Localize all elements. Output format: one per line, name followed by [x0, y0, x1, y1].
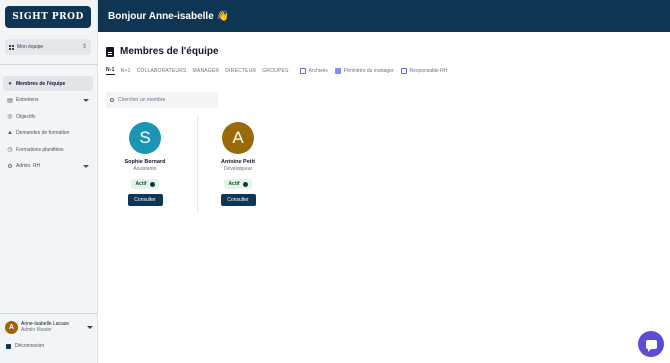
member-card: A Antoine Petit Développeur Actif Consul… — [198, 122, 278, 212]
checkbox-label: Périmètre du manager — [343, 68, 394, 74]
sidebar-item-interviews[interactable]: ▤ Entretiens — [3, 93, 93, 108]
divider — [0, 313, 98, 314]
admin-icon: ⚙ — [7, 163, 13, 170]
member-job: Développeur — [223, 166, 253, 172]
avatar: S — [129, 122, 161, 154]
tab-collaborators[interactable]: COLLABORATEURS — [137, 68, 187, 75]
consult-button[interactable]: Consulter — [220, 194, 256, 206]
checkbox-label: Archivés — [308, 68, 328, 74]
chevron-down-icon — [83, 164, 89, 168]
status-dot-icon — [242, 181, 248, 187]
chat-button[interactable] — [638, 331, 664, 357]
team-select-value: Mon équipe — [17, 44, 44, 50]
filter-hr-manager[interactable]: Responsable RH — [400, 68, 448, 74]
sidebar-item-training-requests[interactable]: ▲ Demandes de formation — [3, 126, 93, 141]
chevron-down-icon — [87, 325, 93, 329]
clock-icon: ◷ — [7, 147, 13, 153]
user-info: Anne-Isabelle Lacaze Admin Master — [21, 321, 69, 333]
status-dot-icon — [149, 181, 155, 187]
search-input[interactable]: Chercher un membre — [105, 92, 218, 108]
sidebar-item-label: Membres de l'équipe — [16, 80, 66, 87]
filter-archived[interactable]: Archivés — [299, 68, 328, 74]
logout-label: Déconnexion — [15, 343, 45, 349]
consult-button[interactable]: Consulter — [127, 194, 163, 206]
sidebar-nav: ● Membres de l'équipe ▤ Entretiens ◎ Obj… — [3, 76, 93, 175]
member-name: Sophie Bernard — [124, 159, 166, 165]
status-badge: Actif — [131, 179, 159, 189]
search-placeholder: Chercher un membre — [118, 97, 166, 103]
grid-icon — [9, 44, 14, 50]
user-role: Admin Master — [21, 327, 52, 333]
tab-bar: N-1 N+1 COLLABORATEURS MANAGER DIRECTEUR… — [106, 66, 449, 76]
user-menu[interactable]: A Anne-Isabelle Lacaze Admin Master — [5, 319, 93, 335]
sidebar-item-label: Formations planifiées — [16, 146, 64, 153]
checkbox[interactable] — [299, 68, 306, 74]
tab-n-plus-1[interactable]: N+1 — [121, 68, 131, 75]
sidebar-item-label: Demandes de formation — [16, 130, 70, 136]
logout-icon — [6, 343, 11, 349]
tab-groups[interactable]: GROUPES — [262, 68, 288, 75]
tab-n-1[interactable]: N-1 — [106, 67, 115, 75]
member-job: Assistante — [133, 166, 157, 172]
page-title-text: Membres de l'équipe — [120, 46, 219, 57]
sidebar-item-label: Entretiens — [16, 97, 39, 103]
users-icon: ● — [8, 80, 12, 87]
member-card: S Sophie Bernard Assistante Actif Consul… — [105, 122, 185, 212]
chevron-down-icon — [83, 98, 89, 102]
page-title: Membres de l'équipe — [106, 46, 219, 57]
sidebar-item-objectives[interactable]: ◎ Objectifs — [3, 109, 93, 124]
member-name: Antoine Petit — [221, 159, 255, 165]
app-logo[interactable]: SIGHT PROD — [5, 6, 91, 28]
sidebar-item-label: Objectifs — [16, 113, 36, 120]
calendar-icon: ▤ — [7, 97, 13, 104]
sidebar-item-label: Admin. RH — [16, 163, 41, 169]
tab-director[interactable]: DIRECTEUR — [225, 68, 256, 75]
avatar: A — [222, 122, 254, 154]
greeting: Bonjour Anne-isabelle 👋 — [108, 10, 229, 22]
target-icon: ◎ — [7, 114, 13, 120]
logout-link[interactable]: Déconnexion — [6, 343, 44, 349]
status-label: Actif — [135, 181, 147, 187]
sidebar-item-planned-trainings[interactable]: ◷ Formations planifiées — [3, 142, 93, 157]
chevron-updown-icon: ⇕ — [81, 44, 87, 50]
avatar: A — [5, 320, 18, 334]
checkbox[interactable] — [400, 68, 407, 74]
main-content: Membres de l'équipe N-1 N+1 COLLABORATEU… — [98, 32, 670, 363]
header: Bonjour Anne-isabelle 👋 — [98, 0, 670, 32]
graduation-icon: ▲ — [7, 130, 13, 136]
divider — [0, 64, 98, 65]
search-icon — [110, 98, 114, 102]
checkbox-label: Responsable RH — [409, 68, 448, 74]
tab-manager[interactable]: MANAGER — [193, 68, 220, 75]
status-label: Actif — [228, 181, 240, 187]
team-select[interactable]: Mon équipe ⇕ — [5, 39, 91, 55]
checkbox[interactable] — [334, 68, 341, 74]
document-icon — [106, 46, 114, 57]
filter-manager-scope[interactable]: Périmètre du manager — [334, 68, 394, 74]
sidebar-item-hr-admin[interactable]: ⚙ Admin. RH — [3, 159, 93, 174]
chat-bubble-icon — [645, 339, 657, 352]
sidebar-item-members[interactable]: ● Membres de l'équipe — [3, 76, 93, 91]
sidebar: SIGHT PROD Mon équipe ⇕ ● Membres de l'é… — [0, 0, 98, 363]
status-badge: Actif — [224, 179, 252, 189]
